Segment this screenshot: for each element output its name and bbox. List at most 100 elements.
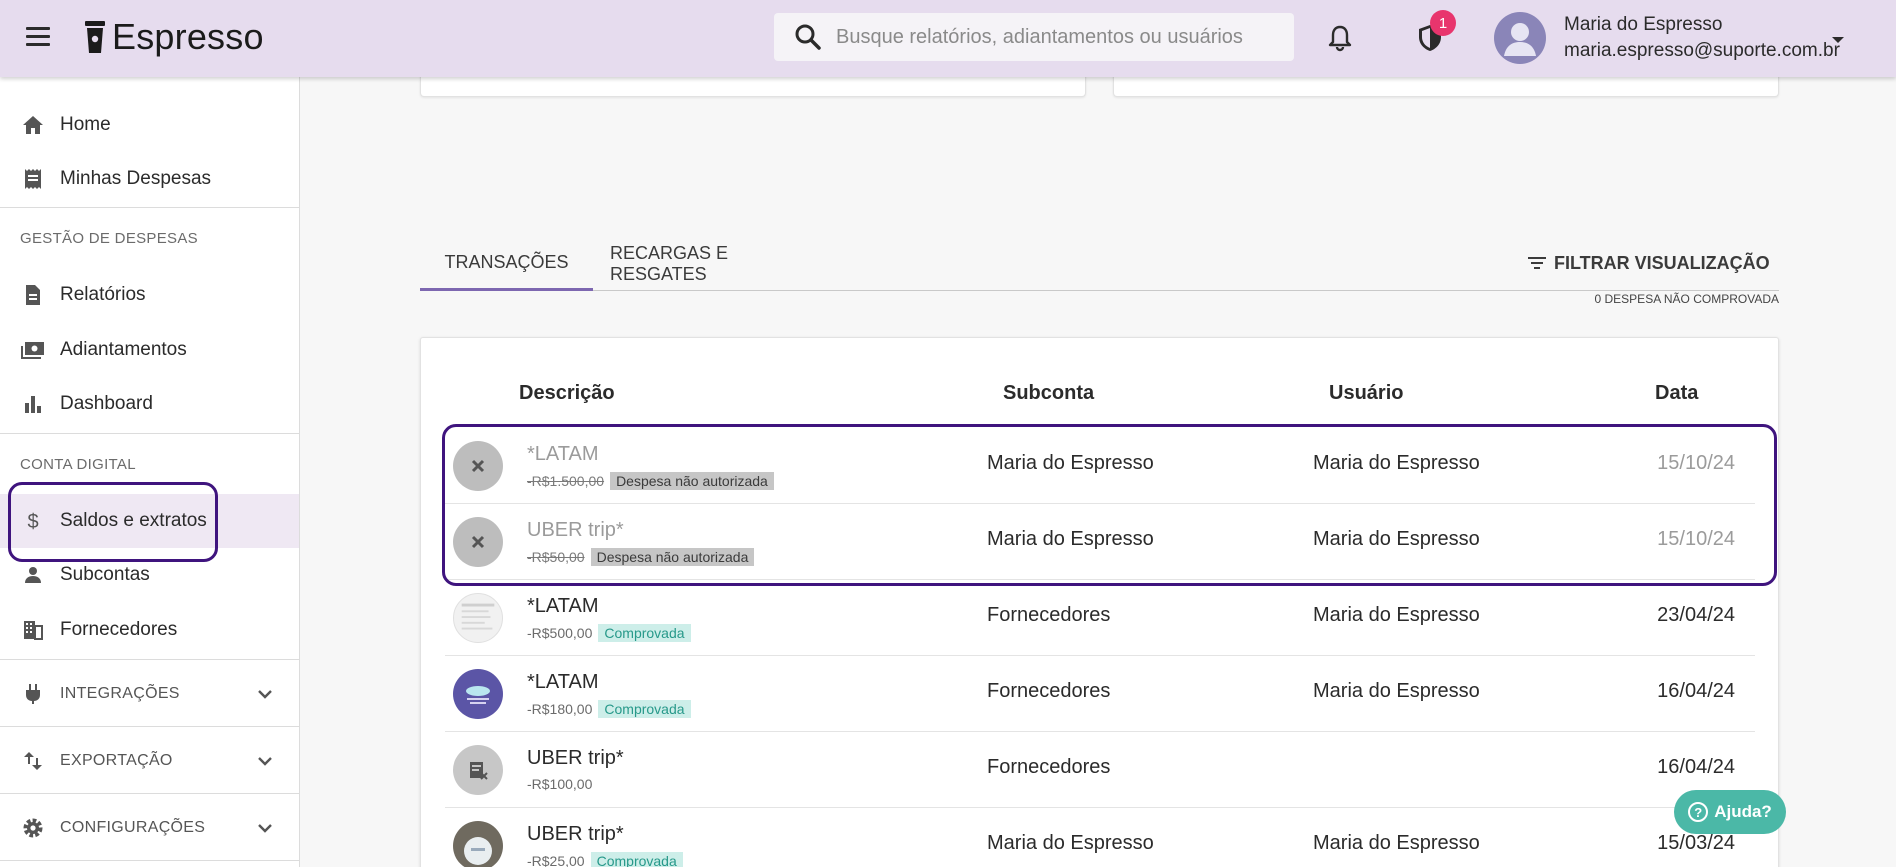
user-email: maria.espresso@suporte.com.br <box>1564 40 1840 61</box>
sidebar-item-label: Home <box>60 114 111 135</box>
chevron-down-icon <box>254 750 276 772</box>
column-header-user: Usuário <box>1329 382 1404 404</box>
sidebar-item-home[interactable]: Home <box>0 98 299 152</box>
row-subaccount: Fornecedores <box>987 756 1111 778</box>
section-label-digital-account: CONTA DIGITAL <box>20 456 136 473</box>
row-amount-wrap: -R$180,00 Comprovada <box>527 700 691 718</box>
sidebar-item-label: Saldos e extratos <box>60 510 207 531</box>
divider <box>0 726 299 727</box>
question-mark-icon: ? <box>1688 802 1709 822</box>
sidebar-item-subaccounts[interactable]: Subcontas <box>0 548 299 602</box>
main-content: TRANSAÇÕES RECARGAS E RESGATES FILTRAR V… <box>300 67 1896 867</box>
document-icon <box>20 282 46 308</box>
sidebar-item-label: Dashboard <box>60 393 153 414</box>
sidebar-item-reports[interactable]: Relatórios <box>0 268 299 322</box>
chevron-down-icon[interactable] <box>1826 28 1850 52</box>
receipt-thumbnail[interactable] <box>453 821 503 867</box>
sidebar-item-label: Minhas Despesas <box>60 168 212 189</box>
row-user: Maria do Espresso <box>1313 528 1480 550</box>
notification-badge: 1 <box>1430 10 1456 36</box>
column-header-date: Data <box>1655 382 1699 404</box>
sidebar-item-label: Relatórios <box>60 284 146 305</box>
row-subaccount: Maria do Espresso <box>987 452 1154 474</box>
hamburger-menu-icon[interactable] <box>24 24 54 50</box>
chevron-down-icon <box>254 817 276 839</box>
divider <box>0 433 299 434</box>
sidebar-item-label: Subcontas <box>60 564 150 585</box>
sidebar-item-advances[interactable]: Adiantamentos <box>0 323 299 377</box>
column-header-subaccount: Subconta <box>1003 382 1095 404</box>
row-amount-wrap: -R$50,00 Despesa não autorizada <box>527 548 755 566</box>
row-amount-wrap: -R$1.500,00 Despesa não autorizada <box>527 472 774 490</box>
divider <box>0 659 299 660</box>
no-receipt-icon <box>453 745 503 795</box>
divider <box>0 860 299 861</box>
help-button[interactable]: ? Ajuda? <box>1674 790 1786 834</box>
sidebar: Home Minhas Despesas GESTÃO DE DESPESAS … <box>0 77 300 867</box>
tab-recharges[interactable]: RECARGAS E RESGATES <box>610 237 810 291</box>
row-amount-wrap: -R$100,00 <box>527 776 592 792</box>
close-icon <box>453 517 503 567</box>
row-amount: -R$25,00 <box>527 853 585 867</box>
sidebar-group-integrations[interactable]: INTEGRAÇÕES <box>0 665 299 722</box>
row-subaccount: Maria do Espresso <box>987 832 1154 854</box>
chevron-down-icon <box>254 683 276 705</box>
row-date: 16/04/24 <box>1657 756 1735 778</box>
table-row[interactable]: UBER trip* -R$100,00 Fornecedores 16/04/… <box>445 732 1755 808</box>
search-input[interactable] <box>836 25 1276 49</box>
row-user: Maria do Espresso <box>1313 680 1480 702</box>
tab-transactions[interactable]: TRANSAÇÕES <box>420 237 593 291</box>
transactions-table: Descrição Subconta Usuário Data *LATAM -… <box>420 337 1779 867</box>
row-date: 15/03/24 <box>1657 832 1735 854</box>
table-row[interactable]: UBER trip* -R$25,00 Comprovada Maria do … <box>445 808 1755 867</box>
column-header-description: Descrição <box>519 382 615 404</box>
receipt-thumbnail[interactable] <box>453 669 503 719</box>
filter-view-button[interactable]: FILTRAR VISUALIZAÇÃO <box>1526 247 1770 279</box>
home-icon <box>20 112 46 138</box>
row-amount: -R$180,00 <box>527 701 593 717</box>
sidebar-item-suppliers[interactable]: Fornecedores <box>0 603 299 657</box>
row-amount: -R$1.500,00 <box>527 473 605 489</box>
status-badge: Comprovada <box>598 624 691 642</box>
status-badge: Despesa não autorizada <box>590 548 755 566</box>
table-row[interactable]: *LATAM -R$500,00 Comprovada Fornecedores… <box>445 580 1755 656</box>
sidebar-group-settings[interactable]: CONFIGURAÇÕES <box>0 799 299 856</box>
bar-chart-icon <box>20 391 46 417</box>
row-amount-wrap: -R$25,00 Comprovada <box>527 852 683 867</box>
row-date: 23/04/24 <box>1657 604 1735 626</box>
app-name: Espresso <box>112 16 264 57</box>
notifications-bell-icon[interactable] <box>1320 18 1360 58</box>
sidebar-item-balances[interactable]: $ Saldos e extratos <box>0 494 299 548</box>
divider <box>0 207 299 208</box>
row-subaccount: Fornecedores <box>987 604 1111 626</box>
row-description: *LATAM <box>527 671 599 693</box>
swap-vertical-icon <box>20 748 46 774</box>
building-icon <box>20 617 46 643</box>
app-logo[interactable]: Espresso <box>84 14 264 60</box>
coffee-cup-icon <box>84 19 106 55</box>
filter-view-label: FILTRAR VISUALIZAÇÃO <box>1554 252 1770 273</box>
sidebar-item-label: Fornecedores <box>60 619 178 640</box>
row-description: UBER trip* <box>527 823 624 845</box>
row-date: 15/10/24 <box>1657 528 1735 550</box>
user-name: Maria do Espresso <box>1564 14 1723 35</box>
sidebar-item-my-expenses[interactable]: Minhas Despesas <box>0 152 299 206</box>
person-icon <box>20 562 46 588</box>
section-label-expense-management: GESTÃO DE DESPESAS <box>20 230 198 247</box>
search-bar[interactable] <box>774 13 1294 61</box>
sidebar-group-export[interactable]: EXPORTAÇÃO <box>0 732 299 789</box>
sidebar-item-label: INTEGRAÇÕES <box>60 684 180 702</box>
row-subaccount: Maria do Espresso <box>987 528 1154 550</box>
row-description: UBER trip* <box>527 747 624 769</box>
receipt-thumbnail[interactable] <box>453 593 503 643</box>
status-badge: Despesa não autorizada <box>610 472 774 490</box>
table-row[interactable]: UBER trip* -R$50,00 Despesa não autoriza… <box>445 504 1755 580</box>
avatar[interactable] <box>1494 12 1546 64</box>
svg-text:$: $ <box>27 511 38 533</box>
table-row[interactable]: *LATAM -R$180,00 Comprovada Fornecedores… <box>445 656 1755 732</box>
dollar-icon: $ <box>20 508 46 534</box>
sidebar-item-dashboard[interactable]: Dashboard <box>0 377 299 431</box>
row-amount-wrap: -R$500,00 Comprovada <box>527 624 691 642</box>
receipt-icon <box>20 166 46 192</box>
table-row[interactable]: *LATAM -R$1.500,00 Despesa não autorizad… <box>445 428 1755 504</box>
